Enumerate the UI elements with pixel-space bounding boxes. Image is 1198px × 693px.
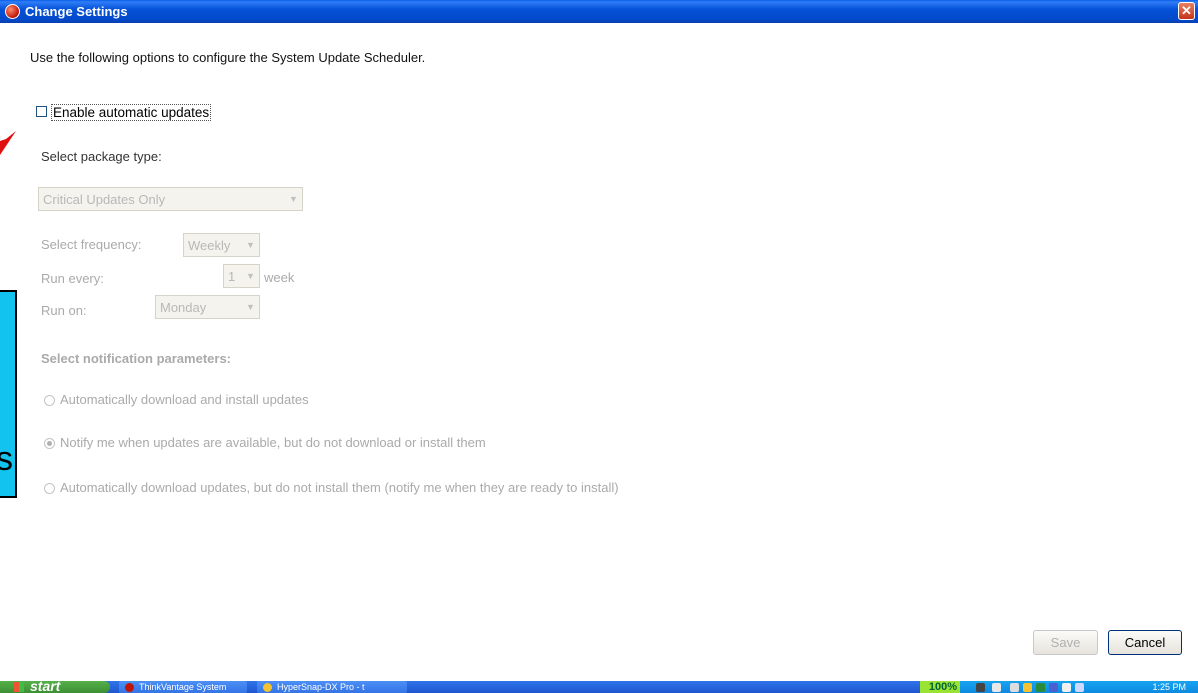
taskbar-item-hypersnap[interactable]: HyperSnap-DX Pro - t bbox=[257, 681, 407, 693]
run-on-label: Run on: bbox=[41, 303, 87, 318]
hypersnap-icon bbox=[263, 683, 272, 692]
windows-logo-icon bbox=[14, 682, 24, 692]
intro-text: Use the following options to configure t… bbox=[30, 50, 426, 65]
enable-automatic-updates-checkbox[interactable] bbox=[36, 106, 47, 117]
taskbar-item-thinkvantage[interactable]: ThinkVantage System bbox=[119, 681, 247, 693]
chevron-down-icon: ▼ bbox=[246, 271, 255, 281]
taskbar: start ThinkVantage System HyperSnap-DX P… bbox=[0, 681, 1198, 693]
tray-app-icon[interactable] bbox=[1049, 683, 1058, 692]
tray-app-icon[interactable] bbox=[976, 683, 985, 692]
tray-app-icon[interactable] bbox=[1036, 683, 1045, 692]
radio-label: Notify me when updates are available, bu… bbox=[60, 435, 486, 450]
package-type-dropdown[interactable]: Critical Updates Only ▼ bbox=[38, 187, 303, 211]
frequency-dropdown[interactable]: Weekly ▼ bbox=[183, 233, 260, 257]
title-bar[interactable]: Change Settings ✕ bbox=[0, 0, 1198, 23]
enable-automatic-updates-label[interactable]: Enable automatic updates bbox=[51, 104, 212, 121]
start-label: start bbox=[30, 681, 61, 693]
red-arrow-annotation bbox=[0, 131, 16, 155]
radio-label: Automatically download and install updat… bbox=[60, 392, 309, 407]
radio-download-only[interactable] bbox=[44, 483, 55, 494]
tray-app-icon[interactable] bbox=[992, 683, 1001, 692]
package-type-value: Critical Updates Only bbox=[43, 192, 166, 207]
radio-notify-only[interactable] bbox=[44, 438, 55, 449]
run-on-dropdown[interactable]: Monday ▼ bbox=[155, 295, 260, 319]
close-icon: ✕ bbox=[1181, 3, 1192, 18]
run-on-value: Monday bbox=[160, 300, 207, 315]
run-every-dropdown[interactable]: 1 ▼ bbox=[223, 264, 260, 288]
chevron-down-icon: ▼ bbox=[289, 194, 298, 204]
tray-app-icon[interactable] bbox=[1023, 683, 1032, 692]
tray-app-icon[interactable] bbox=[1062, 683, 1071, 692]
save-button[interactable]: Save bbox=[1033, 630, 1098, 655]
radio-auto-install[interactable] bbox=[44, 395, 55, 406]
close-button[interactable]: ✕ bbox=[1178, 2, 1195, 20]
radio-label: Automatically download updates, but do n… bbox=[60, 480, 619, 495]
run-every-value: 1 bbox=[228, 269, 236, 284]
thinkvantage-icon bbox=[125, 683, 134, 692]
run-every-label: Run every: bbox=[41, 271, 104, 286]
system-tray: 1:25 PM bbox=[960, 681, 1198, 693]
annotation-letter: s bbox=[0, 442, 13, 476]
package-type-label: Select package type: bbox=[41, 149, 162, 164]
frequency-value: Weekly bbox=[188, 238, 231, 253]
taskbar-item-label: HyperSnap-DX Pro - t bbox=[277, 682, 365, 692]
notification-heading: Select notification parameters: bbox=[41, 351, 231, 366]
chevron-down-icon: ▼ bbox=[246, 240, 255, 250]
window-title: Change Settings bbox=[25, 4, 128, 19]
run-every-unit: week bbox=[264, 270, 295, 285]
frequency-label: Select frequency: bbox=[41, 237, 142, 252]
chevron-down-icon: ▼ bbox=[246, 302, 255, 312]
tray-app-icon[interactable] bbox=[1075, 683, 1084, 692]
annotation-callout-box: s bbox=[0, 290, 17, 498]
taskbar-clock: 1:25 PM bbox=[1152, 682, 1186, 692]
app-icon bbox=[5, 4, 20, 19]
tray-app-icon[interactable] bbox=[1010, 683, 1019, 692]
start-button[interactable]: start bbox=[0, 681, 110, 693]
taskbar-item-label: ThinkVantage System bbox=[139, 682, 227, 692]
cancel-button[interactable]: Cancel bbox=[1108, 630, 1182, 655]
